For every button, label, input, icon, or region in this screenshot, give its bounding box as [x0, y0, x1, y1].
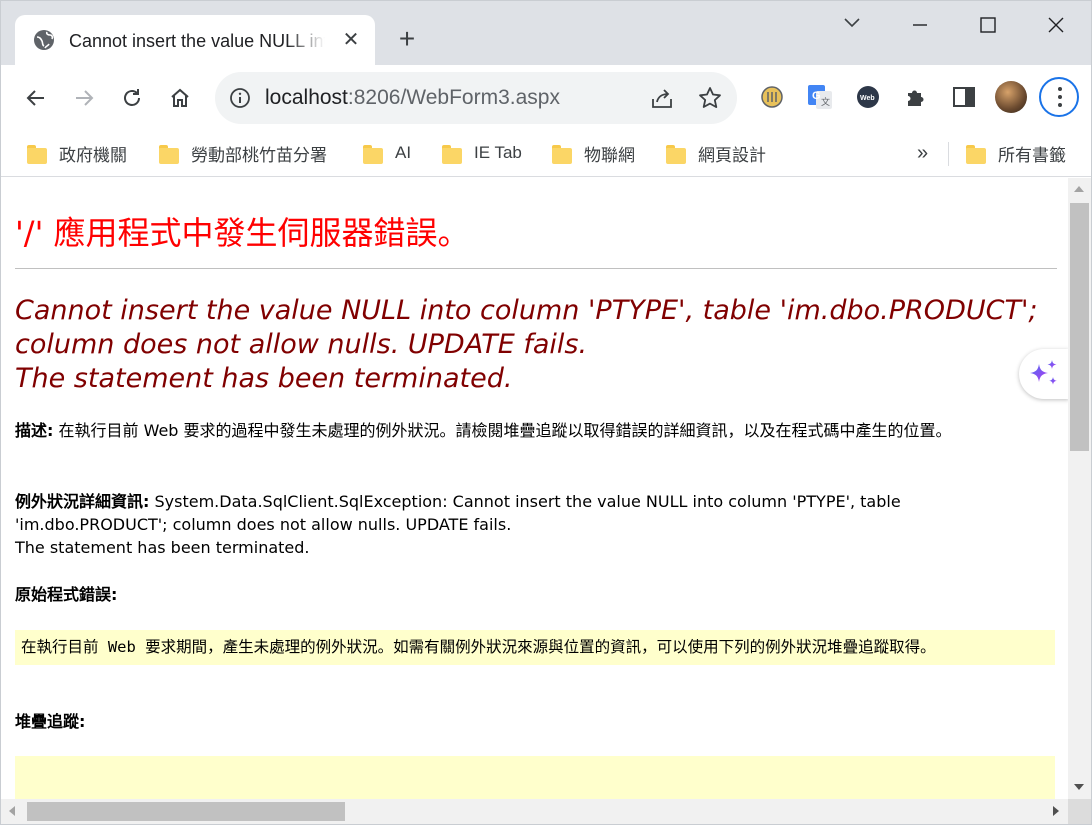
horizontal-scrollbar[interactable]: [1, 799, 1068, 824]
bookmark-folder[interactable]: AI: [363, 141, 411, 165]
toolbar: localhost:8206/WebForm3.aspx G文 Web: [1, 65, 1091, 131]
home-button[interactable]: [164, 82, 196, 114]
all-bookmarks-label: 所有書籤: [998, 145, 1066, 165]
source-error-label: 原始程式錯誤:: [15, 585, 118, 604]
svg-text:文: 文: [821, 96, 830, 107]
bookmark-folder[interactable]: 網頁設計: [666, 141, 766, 165]
error-message-line-2: The statement has been terminated.: [15, 363, 513, 394]
url-path: :8206/WebForm3.aspx: [347, 86, 560, 109]
browser-window: Cannot insert the value NULL into column…: [0, 0, 1092, 825]
bookmark-label: 政府機關: [59, 145, 127, 165]
error-message: Cannot insert the value NULL into column…: [15, 294, 1057, 396]
bookmark-folder[interactable]: 物聯網: [552, 141, 635, 165]
kebab-dot: [1058, 95, 1062, 99]
source-error-heading: 原始程式錯誤:: [15, 583, 1045, 606]
kebab-dot: [1058, 103, 1062, 107]
bookmark-label: AI: [395, 143, 412, 162]
chevron-down-icon: [844, 18, 860, 28]
exception-label: 例外狀況詳細資訊:: [15, 492, 150, 511]
share-icon[interactable]: [649, 86, 675, 112]
globe-icon: [33, 29, 55, 51]
horizontal-scroll-thumb[interactable]: [27, 802, 345, 821]
folder-icon: [966, 144, 986, 164]
tab-close-icon[interactable]: ✕: [339, 28, 363, 52]
url-text[interactable]: localhost:8206/WebForm3.aspx: [265, 85, 560, 111]
maximize-icon: [980, 17, 996, 33]
scroll-right-icon[interactable]: [1053, 806, 1059, 816]
reload-button[interactable]: [116, 82, 148, 114]
sparkle-icon: [1030, 360, 1057, 385]
bookmark-label: IE Tab: [474, 143, 522, 162]
stack-trace-box: [15, 756, 1055, 799]
folder-icon: [363, 144, 383, 164]
minimize-button[interactable]: [899, 9, 939, 39]
description-paragraph: 描述: 在執行目前 Web 要求的過程中發生未處理的例外狀況。請檢閱堆疊追蹤以取…: [15, 419, 1045, 442]
bookmark-folder[interactable]: IE Tab: [442, 141, 522, 165]
bookmark-label: 物聯網: [584, 145, 635, 165]
ie-tab-extension-icon[interactable]: [759, 84, 785, 110]
exception-details-paragraph: 例外狀況詳細資訊: System.Data.SqlClient.SqlExcep…: [15, 490, 935, 559]
tab-active[interactable]: Cannot insert the value NULL into column…: [15, 15, 375, 65]
tab-title: Cannot insert the value NULL into column…: [69, 31, 325, 51]
bookmark-label: 網頁設計: [698, 145, 766, 165]
scroll-up-icon[interactable]: [1074, 186, 1084, 192]
page-title: '/' 應用程式中發生伺服器錯誤。: [15, 214, 470, 252]
forward-icon: [76, 90, 94, 106]
stack-trace-heading: 堆疊追蹤:: [15, 710, 1045, 733]
avatar[interactable]: [995, 81, 1027, 113]
side-panel-icon[interactable]: [951, 84, 977, 110]
tab-strip: Cannot insert the value NULL into column…: [1, 1, 1091, 65]
exception-text-2: The statement has been terminated.: [15, 538, 310, 557]
folder-icon: [552, 144, 572, 164]
sparkle-button[interactable]: [1019, 349, 1069, 399]
error-message-line: Cannot insert the value NULL into column…: [15, 295, 1038, 360]
svg-text:G: G: [812, 90, 821, 102]
close-icon: [1048, 17, 1064, 33]
forward-button[interactable]: [68, 82, 100, 114]
description-text: 在執行目前 Web 要求的過程中發生未處理的例外狀況。請檢閱堆疊追蹤以取得錯誤的…: [53, 421, 952, 440]
puzzle-icon[interactable]: [903, 84, 929, 110]
folder-icon: [442, 144, 462, 164]
back-icon: [26, 90, 44, 106]
maximize-button[interactable]: [967, 9, 1007, 39]
kebab-menu-button[interactable]: [1039, 77, 1079, 117]
address-bar[interactable]: localhost:8206/WebForm3.aspx: [215, 72, 737, 124]
tab-search-button[interactable]: [831, 9, 871, 39]
new-tab-button[interactable]: +: [393, 25, 421, 53]
page-viewport: '/' 應用程式中發生伺服器錯誤。 Cannot insert the valu…: [1, 178, 1068, 799]
back-button[interactable]: [20, 82, 52, 114]
webchatgpt-icon[interactable]: Web: [855, 84, 881, 110]
home-icon: [171, 88, 189, 107]
folder-icon: [159, 144, 179, 164]
info-icon[interactable]: [229, 87, 251, 109]
svg-text:Web: Web: [860, 95, 875, 102]
kebab-menu-icon: [1058, 87, 1062, 91]
bookmark-label: 勞動部桃竹苗分署: [191, 145, 327, 165]
star-icon[interactable]: [697, 85, 723, 111]
vertical-scroll-thumb[interactable]: [1070, 203, 1089, 451]
folder-icon: [666, 144, 686, 164]
stack-trace-label: 堆疊追蹤:: [15, 712, 86, 731]
bookmarks-divider: [948, 142, 949, 166]
bookmark-folder[interactable]: 勞動部桃竹苗分署: [159, 141, 327, 165]
divider: [15, 268, 1057, 269]
close-window-button[interactable]: [1035, 9, 1075, 39]
scroll-down-icon[interactable]: [1074, 784, 1084, 790]
scroll-left-icon[interactable]: [9, 806, 15, 816]
scrollbar-corner: [1068, 799, 1091, 824]
minimize-icon: [913, 24, 927, 26]
bookmarks-bar: 政府機關 勞動部桃竹苗分署 AI IE Tab 物聯網 網頁設計 » 所有書籤: [1, 131, 1091, 177]
reload-icon: [124, 89, 140, 106]
source-error-box: 在執行目前 Web 要求期間，產生未處理的例外狀況。如需有關例外狀況來源與位置的…: [15, 630, 1055, 665]
bookmark-folder[interactable]: 政府機關: [27, 141, 127, 165]
google-translate-icon[interactable]: G文: [807, 84, 833, 110]
description-label: 描述:: [15, 421, 54, 440]
folder-icon: [27, 144, 47, 164]
bookmarks-overflow-button[interactable]: »: [917, 141, 928, 165]
vertical-scrollbar[interactable]: [1068, 178, 1091, 799]
url-host: localhost: [265, 86, 348, 109]
all-bookmarks-folder[interactable]: 所有書籤: [966, 141, 1066, 165]
